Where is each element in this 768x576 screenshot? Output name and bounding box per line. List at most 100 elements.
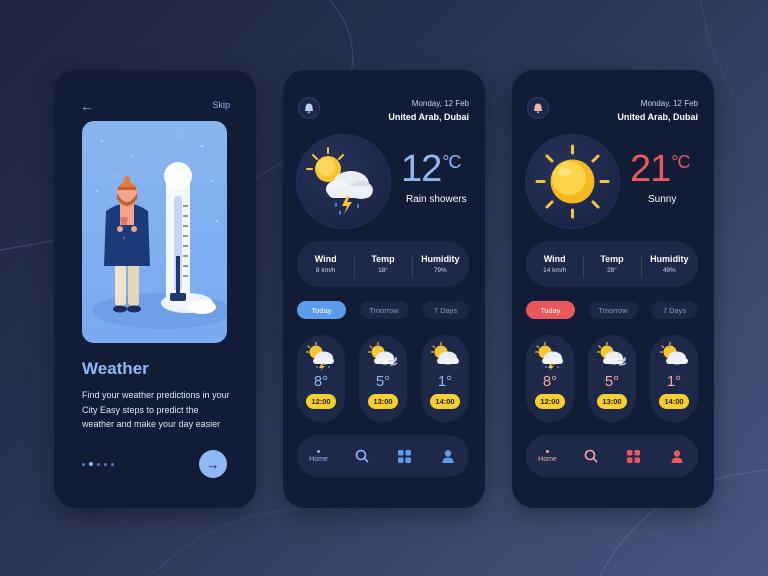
sun-cloud-icon [659, 341, 688, 365]
sun-rain-cloud-icon [534, 341, 563, 371]
stat-label: Temp [600, 254, 624, 264]
page-dot-active[interactable] [89, 462, 93, 466]
notification-button[interactable] [527, 97, 549, 119]
sun-cloud-icon [430, 341, 459, 365]
next-button[interactable]: → [199, 450, 227, 478]
stat-label: Wind [314, 254, 337, 264]
hourly-time: 14:00 [430, 394, 460, 409]
hourly-temp: 1° [666, 373, 682, 390]
tab-tomorrow[interactable]: Tmorrow [359, 301, 409, 319]
hourly-forecast: 8° 12:00 5° 13:00 1° 14:00 [297, 335, 469, 422]
hourly-card[interactable]: 8° 12:00 [526, 335, 574, 422]
sun-wind-cloud-icon [596, 341, 627, 366]
stat-temp: Temp 18° [354, 254, 411, 278]
user-icon [671, 449, 682, 463]
nav-profile[interactable] [659, 441, 695, 471]
hourly-card[interactable]: 8° 12:00 [297, 335, 345, 422]
notification-button[interactable] [298, 97, 320, 119]
forecast-tabs: Today Tmorrow 7 Days [297, 301, 469, 319]
sun-wind-cloud-icon [367, 341, 398, 366]
bottom-navigation: Home [526, 435, 698, 477]
page-dot[interactable] [97, 462, 100, 466]
stat-label: Humidity [421, 254, 460, 264]
weather-screen-sunny: Monday, 12 Feb United Arab, Dubai 21°C S… [512, 70, 714, 508]
weather-stats-card: Wind 14 km/h Temp 28° Humidity 49% [526, 241, 698, 287]
hourly-temp: 5° [604, 373, 620, 390]
stat-value: 18° [378, 267, 388, 274]
arrow-right-icon: → [206, 456, 220, 472]
current-location: United Arab, Dubai [617, 112, 698, 122]
tab-7-days[interactable]: 7 Days [651, 301, 698, 319]
hourly-temp: 8° [542, 373, 558, 390]
bell-icon [534, 103, 542, 114]
weather-condition: Rain showers [406, 194, 467, 205]
stat-label: Humidity [650, 254, 689, 264]
weather-condition: Sunny [648, 194, 677, 205]
temperature-value: 12 [401, 148, 442, 190]
skip-button[interactable]: Skip [212, 100, 230, 110]
hourly-time: 12:00 [306, 394, 336, 409]
stat-value: 49% [662, 267, 676, 274]
tab-7-days[interactable]: 7 Days [422, 301, 469, 319]
page-dot[interactable] [111, 462, 114, 466]
hourly-temp: 5° [375, 373, 391, 390]
nav-home[interactable]: Home [301, 441, 337, 471]
nav-home[interactable]: Home [530, 441, 566, 471]
bell-icon [305, 103, 313, 114]
hourly-card[interactable]: 1° 14:00 [650, 335, 698, 422]
grid-icon [627, 449, 640, 463]
stat-value: 79% [433, 267, 447, 274]
current-temperature: 12°C [401, 148, 461, 191]
temperature-unit: °C [442, 152, 461, 172]
nav-home-label: Home [309, 455, 328, 463]
nav-grid[interactable] [387, 441, 423, 471]
stat-temp: Temp 28° [583, 254, 640, 278]
stat-label: Wind [543, 254, 566, 264]
active-indicator [317, 449, 320, 453]
nav-home-label: Home [538, 455, 557, 463]
hourly-time: 12:00 [535, 394, 565, 409]
page-title: Weather [82, 359, 149, 378]
temperature-value: 21 [630, 148, 671, 190]
hourly-time: 13:00 [597, 394, 627, 409]
temperature-unit: °C [671, 152, 690, 172]
forecast-tabs: Today Tmorrow 7 Days [526, 301, 698, 319]
page-dot[interactable] [82, 462, 85, 466]
sun-rain-cloud-icon [305, 341, 334, 371]
hourly-card[interactable]: 5° 13:00 [359, 335, 407, 422]
search-icon [355, 449, 368, 463]
nav-search[interactable] [344, 441, 380, 471]
tab-today[interactable]: Today [297, 301, 346, 319]
tab-tomorrow[interactable]: Tmorrow [588, 301, 638, 319]
nav-search[interactable] [573, 441, 609, 471]
hourly-card[interactable]: 5° 13:00 [588, 335, 636, 422]
tab-today[interactable]: Today [526, 301, 575, 319]
weather-illustration [82, 121, 227, 343]
hourly-temp: 8° [313, 373, 329, 390]
search-icon [584, 449, 597, 463]
onboarding-screen: ← Skip Weather Find your weather predict… [54, 70, 256, 508]
hourly-time: 13:00 [368, 394, 398, 409]
stat-wind: Wind 8 km/h [297, 254, 354, 274]
main-weather-icon-container [525, 134, 620, 229]
main-weather-icon-container [296, 134, 391, 229]
hourly-temp: 1° [437, 373, 453, 390]
weather-stats-card: Wind 8 km/h Temp 18° Humidity 79% [297, 241, 469, 287]
back-arrow-icon[interactable]: ← [80, 98, 94, 114]
hourly-card[interactable]: 1° 14:00 [421, 335, 469, 422]
stat-value: 8 km/h [315, 267, 336, 274]
hourly-time: 14:00 [659, 394, 689, 409]
nav-grid[interactable] [616, 441, 652, 471]
stat-value: 14 km/h [543, 267, 567, 274]
page-dot[interactable] [104, 462, 107, 466]
weather-screen-rain: Monday, 12 Feb United Arab, Dubai 12°C R… [283, 70, 485, 508]
page-description: Find your weather predictions in your Ci… [82, 390, 230, 429]
nav-profile[interactable] [430, 441, 466, 471]
stat-value: 28° [607, 267, 617, 274]
grid-icon [398, 449, 411, 463]
stat-wind: Wind 14 km/h [526, 254, 583, 274]
stat-humidity: Humidity 79% [411, 254, 469, 278]
active-indicator [546, 449, 549, 453]
sun-icon [535, 144, 610, 219]
rain-shower-icon [306, 147, 373, 215]
